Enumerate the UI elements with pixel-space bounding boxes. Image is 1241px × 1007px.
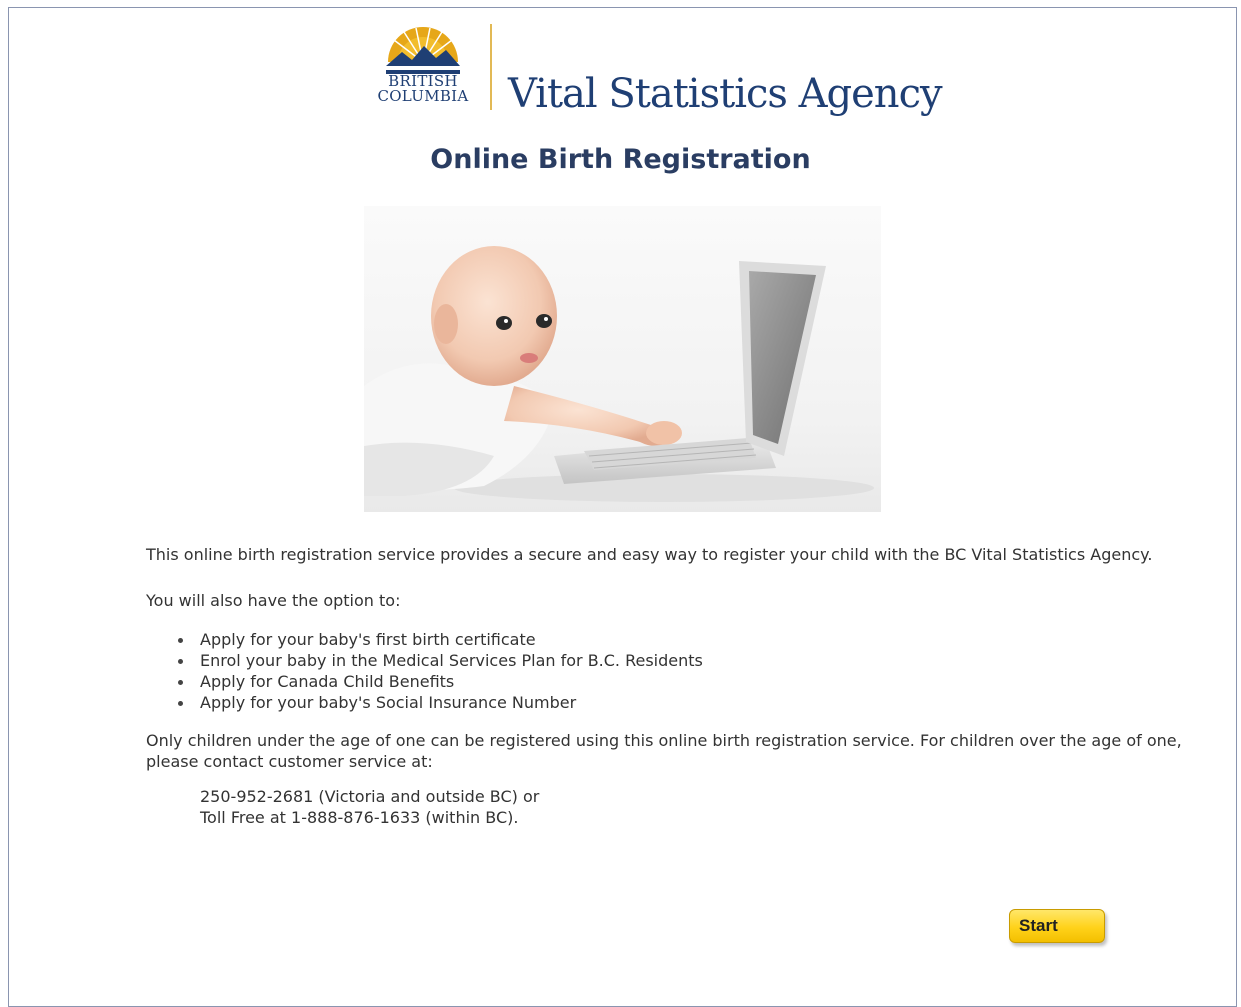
list-item: Enrol your baby in the Medical Services … (178, 650, 1196, 671)
baby-with-laptop-illustration-icon (364, 246, 874, 502)
list-item: Apply for your baby's first birth certif… (178, 629, 1196, 650)
page-title: Online Birth Registration (430, 144, 811, 175)
list-item: Apply for Canada Child Benefits (178, 671, 1196, 692)
logo-divider (490, 24, 492, 110)
list-item: Apply for your baby's Social Insurance N… (178, 692, 1196, 713)
options-list: Apply for your baby's first birth certif… (146, 629, 1196, 713)
bc-logo-text: BRITISH COLUMBIA (372, 74, 474, 104)
contact-phone-toll-free: Toll Free at 1-888-876-1633 (within BC). (200, 808, 519, 827)
intro-paragraph: This online birth registration service p… (146, 545, 1153, 564)
start-button[interactable]: Start (1009, 909, 1105, 943)
main-content: This online birth registration service p… (146, 544, 1196, 828)
agency-name: Vital Statistics Agency (508, 71, 943, 117)
options-lead-text: You will also have the option to: (146, 591, 401, 610)
header: BRITISH COLUMBIA Vital Statistics Agency (372, 18, 943, 128)
age-notice-paragraph: Only children under the age of one can b… (146, 731, 1182, 771)
hero-image-baby-laptop (364, 206, 881, 512)
contact-phone-victoria: 250-952-2681 (Victoria and outside BC) o… (200, 787, 540, 806)
sun-mountain-logo-icon (386, 27, 460, 74)
bc-logo: BRITISH COLUMBIA (372, 18, 482, 118)
logo-line-columbia: COLUMBIA (377, 87, 469, 105)
contact-info: 250-952-2681 (Victoria and outside BC) o… (146, 786, 1196, 828)
